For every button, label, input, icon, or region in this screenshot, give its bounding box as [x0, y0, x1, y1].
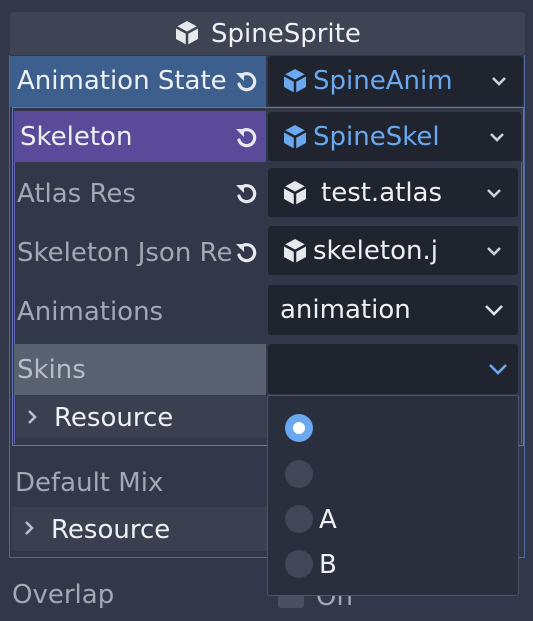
chevron-right-icon — [21, 518, 37, 542]
overlap-label: Overlap — [12, 582, 115, 608]
revert-icon[interactable] — [232, 67, 260, 95]
resource-icon — [281, 237, 309, 265]
skins-option-label: A — [319, 507, 337, 533]
chevron-down-icon[interactable] — [484, 183, 504, 203]
revert-icon[interactable] — [232, 179, 260, 207]
chevron-down-icon[interactable] — [489, 71, 509, 91]
atlas-res-value: test.atlas — [321, 177, 443, 208]
skins-option-3[interactable]: B — [268, 544, 518, 584]
animation-state-value: SpineAnim — [313, 66, 453, 96]
radio-unselected-icon — [285, 505, 313, 533]
skins-select[interactable] — [268, 344, 518, 394]
skeleton-json-res-label: Skeleton Json Re — [17, 240, 233, 266]
radio-unselected-icon — [285, 460, 313, 488]
skeleton-resource-picker[interactable]: SpineSkel — [268, 112, 521, 161]
skeleton-json-res-value: skeleton.j — [313, 235, 438, 266]
spinesprite-node-icon — [173, 19, 201, 47]
skins-option-0[interactable] — [268, 408, 518, 448]
resource-label: Resource — [54, 405, 174, 431]
resource-icon — [281, 179, 309, 207]
radio-unselected-icon — [285, 550, 313, 578]
spine-resource-icon — [281, 67, 309, 95]
skins-dropdown-popup: A B — [267, 395, 519, 596]
skins-option-2[interactable]: A — [268, 499, 518, 539]
skeleton-json-res-resource-picker[interactable]: skeleton.j — [268, 226, 518, 275]
revert-icon[interactable] — [232, 123, 260, 151]
animations-select[interactable]: animation — [268, 285, 518, 335]
animation-state-resource-picker[interactable]: SpineAnim — [268, 56, 523, 106]
chevron-down-icon[interactable] — [487, 127, 507, 147]
chevron-down-icon[interactable] — [482, 298, 506, 322]
atlas-res-resource-picker[interactable]: test.atlas — [268, 168, 518, 217]
radio-selected-icon — [285, 414, 313, 442]
revert-icon[interactable] — [232, 238, 260, 266]
skins-option-1[interactable] — [268, 454, 518, 494]
resource-label: Resource — [51, 517, 171, 543]
animations-label: Animations — [17, 299, 164, 325]
default-mix-label: Default Mix — [15, 470, 164, 496]
skeleton-label: Skeleton — [20, 124, 133, 150]
spine-resource-icon — [281, 123, 309, 151]
skins-option-label: B — [319, 552, 337, 578]
chevron-right-icon — [24, 407, 40, 431]
inspector-title: SpineSprite — [211, 21, 361, 47]
atlas-res-label: Atlas Res — [17, 181, 136, 207]
animation-state-label: Animation State — [17, 68, 227, 94]
skeleton-value: SpineSkel — [313, 121, 440, 152]
skins-label: Skins — [17, 357, 86, 383]
animations-value: animation — [280, 295, 411, 325]
chevron-down-icon[interactable] — [484, 241, 504, 261]
chevron-down-icon[interactable] — [486, 357, 510, 381]
